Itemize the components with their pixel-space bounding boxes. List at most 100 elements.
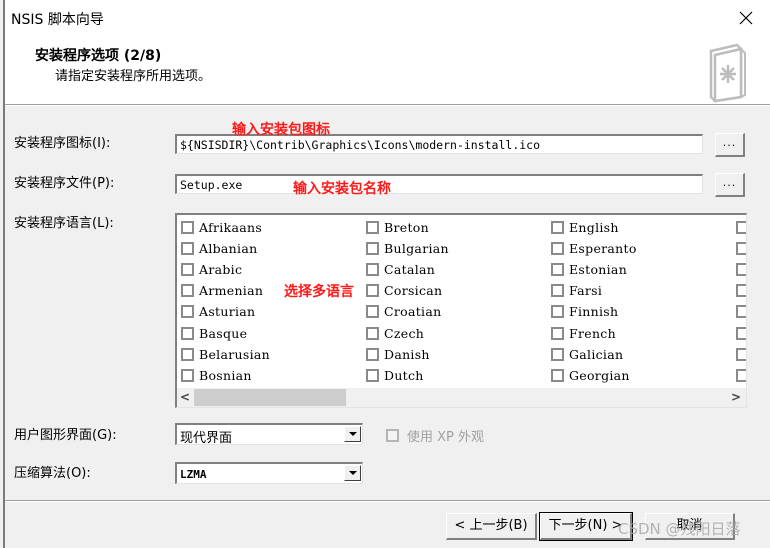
- watermark: CSDN @残阳日落: [618, 520, 741, 538]
- language-item[interactable]: Croatian: [366, 301, 449, 322]
- scroll-left-icon[interactable]: <: [177, 389, 193, 406]
- checkbox[interactable]: [181, 242, 194, 256]
- checkbox[interactable]: [551, 263, 564, 277]
- icon-label: 安装程序图标(I):: [14, 136, 111, 151]
- language-item[interactable]: Bosnian: [181, 365, 270, 386]
- close-icon: [739, 11, 753, 25]
- language-item[interactable]: Catalan: [366, 259, 449, 280]
- checkbox[interactable]: [736, 221, 746, 235]
- language-item[interactable]: Georgian: [551, 365, 637, 386]
- language-list[interactable]: Afrikaans Albanian Arabic Armenian Astur…: [175, 213, 747, 408]
- language-item[interactable]: [736, 238, 746, 259]
- checkbox[interactable]: [366, 284, 379, 298]
- checkbox[interactable]: [551, 326, 564, 340]
- language-item[interactable]: Finnish: [551, 301, 637, 322]
- language-item[interactable]: [736, 259, 746, 280]
- ui-label: 用户图形界面(G):: [14, 428, 117, 443]
- language-item[interactable]: Afrikaans: [181, 217, 270, 238]
- checkbox[interactable]: [181, 284, 194, 298]
- language-item[interactable]: Belarusian: [181, 344, 270, 365]
- ui-select-value: 现代界面: [180, 431, 233, 446]
- language-column-4-partial: [736, 217, 746, 386]
- checkbox[interactable]: [551, 347, 564, 361]
- checkbox[interactable]: [736, 347, 746, 361]
- dropdown-button[interactable]: [344, 426, 361, 442]
- checkbox[interactable]: [386, 429, 399, 442]
- checkbox[interactable]: [366, 326, 379, 340]
- checkbox[interactable]: [551, 284, 564, 298]
- checkbox[interactable]: [736, 242, 746, 256]
- window-title: NSIS 脚本向导: [11, 12, 104, 28]
- checkbox[interactable]: [736, 284, 746, 298]
- language-item[interactable]: Bulgarian: [366, 238, 449, 259]
- language-item[interactable]: Arabic: [181, 259, 270, 280]
- checkbox[interactable]: [181, 347, 194, 361]
- checkbox[interactable]: [366, 305, 379, 319]
- language-item[interactable]: Dutch: [366, 365, 449, 386]
- language-item[interactable]: Basque: [181, 322, 270, 343]
- checkbox[interactable]: [366, 263, 379, 277]
- language-item[interactable]: Albanian: [181, 238, 270, 259]
- checkbox[interactable]: [551, 368, 564, 382]
- annotation-icon-note: 输入安装包图标: [232, 122, 330, 138]
- compression-select-value: LZMA: [180, 468, 207, 481]
- language-item[interactable]: French: [551, 322, 637, 343]
- language-item[interactable]: Farsi: [551, 280, 637, 301]
- language-item[interactable]: [736, 344, 746, 365]
- compression-select[interactable]: LZMA: [175, 462, 363, 484]
- checkbox[interactable]: [366, 221, 379, 235]
- language-item[interactable]: Breton: [366, 217, 449, 238]
- checkbox[interactable]: [366, 242, 379, 256]
- checkbox[interactable]: [181, 368, 194, 382]
- language-item[interactable]: Danish: [366, 344, 449, 365]
- language-item[interactable]: Armenian: [181, 280, 270, 301]
- language-item[interactable]: [736, 280, 746, 301]
- header-divider: [5, 104, 770, 106]
- language-item[interactable]: [736, 217, 746, 238]
- language-item[interactable]: [736, 322, 746, 343]
- page-subtitle: 请指定安装程序所用选项。: [55, 69, 212, 84]
- checkbox[interactable]: [181, 221, 194, 235]
- checkbox[interactable]: [551, 242, 564, 256]
- language-item[interactable]: Galician: [551, 344, 637, 365]
- checkbox[interactable]: [551, 221, 564, 235]
- checkbox[interactable]: [366, 347, 379, 361]
- scroll-right-icon[interactable]: >: [728, 389, 744, 406]
- checkbox[interactable]: [736, 263, 746, 277]
- close-button[interactable]: [732, 5, 760, 31]
- checkbox[interactable]: [181, 263, 194, 277]
- language-item[interactable]: Corsican: [366, 280, 449, 301]
- language-item[interactable]: English: [551, 217, 637, 238]
- xp-style-checkbox[interactable]: 使用 XP 外观: [386, 426, 484, 445]
- title-bar: NSIS 脚本向导: [5, 0, 770, 36]
- language-item[interactable]: Estonian: [551, 259, 637, 280]
- checkbox[interactable]: [181, 305, 194, 319]
- checkbox[interactable]: [366, 368, 379, 382]
- language-item[interactable]: Esperanto: [551, 238, 637, 259]
- compression-label: 压缩算法(O):: [14, 466, 91, 481]
- file-label: 安装程序文件(P):: [14, 176, 115, 191]
- horizontal-scrollbar[interactable]: < >: [177, 388, 746, 407]
- page-title: 安装程序选项 (2/8): [35, 48, 162, 64]
- language-item[interactable]: Asturian: [181, 301, 270, 322]
- browse-file-button[interactable]: ...: [715, 173, 745, 197]
- annotation-lang-note: 选择多语言: [284, 284, 354, 300]
- checkbox[interactable]: [181, 326, 194, 340]
- ui-select[interactable]: 现代界面: [175, 423, 363, 446]
- language-column-3: English Esperanto Estonian Farsi Finnish…: [551, 217, 637, 386]
- installer-book-icon: [709, 43, 746, 103]
- language-item[interactable]: [736, 301, 746, 322]
- checkbox[interactable]: [736, 368, 746, 382]
- scrollbar-thumb[interactable]: [194, 389, 346, 406]
- checkbox[interactable]: [736, 326, 746, 340]
- language-column-1: Afrikaans Albanian Arabic Armenian Astur…: [181, 217, 270, 386]
- checkbox[interactable]: [551, 305, 564, 319]
- output-file-input[interactable]: Setup.exe: [175, 174, 703, 194]
- browse-icon-button[interactable]: ...: [715, 133, 745, 157]
- checkbox[interactable]: [736, 305, 746, 319]
- language-item[interactable]: [736, 365, 746, 386]
- dropdown-button[interactable]: [344, 465, 361, 481]
- language-item[interactable]: Czech: [366, 322, 449, 343]
- xp-style-label: 使用 XP 外观: [407, 430, 485, 445]
- back-button[interactable]: < 上一步(B): [446, 513, 537, 540]
